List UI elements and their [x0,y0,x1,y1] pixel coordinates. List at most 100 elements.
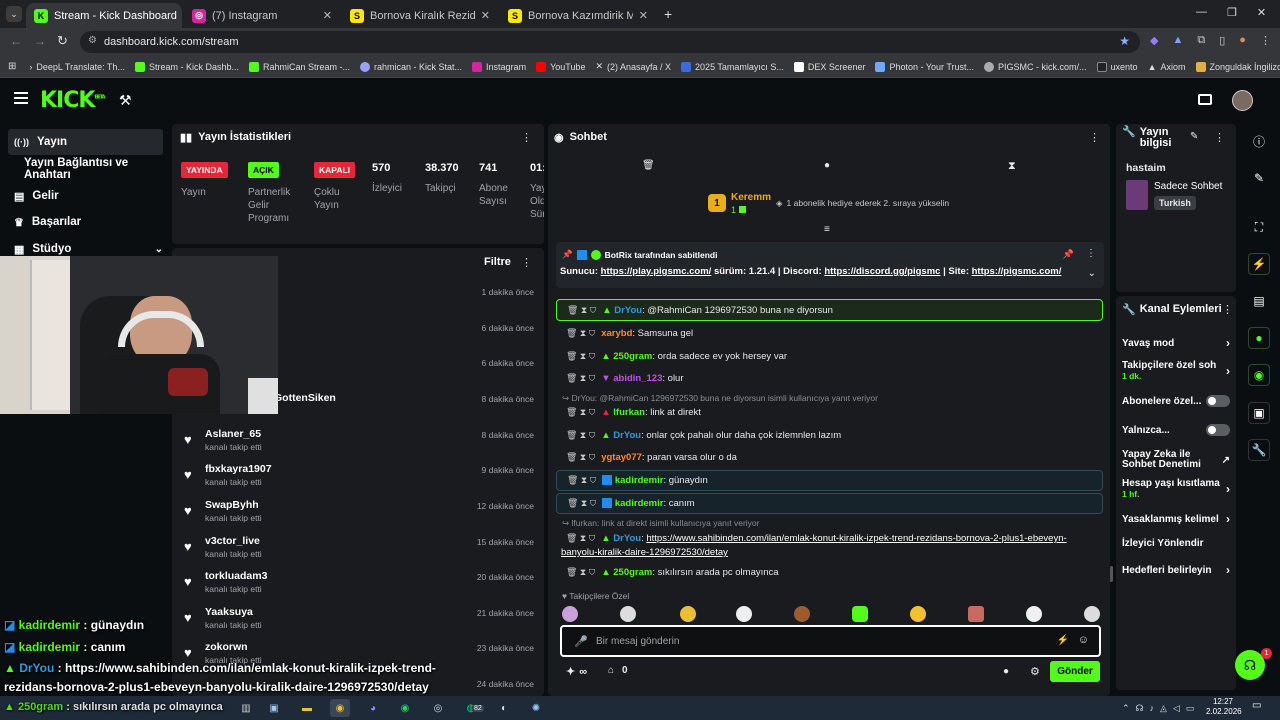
chat-username[interactable]: xarybd [601,328,632,339]
browser-menu-icon[interactable]: ⋮ [1260,34,1271,47]
chat-username[interactable]: abidin_123 [613,373,662,384]
mod-actions-icon[interactable]: 🗑 ⧗ ⛉ [566,567,595,577]
edit-pencil-icon[interactable]: ✎ [1190,131,1198,142]
chat-link[interactable]: https://www.sahibinden.com/ilan/emlak-ko… [646,533,1066,544]
url-field[interactable]: ⚙ dashboard.kick.com/stream ★ [80,31,1140,53]
send-button[interactable]: Gönder [1050,661,1100,682]
tab-search-icon[interactable]: ⌄ [6,6,22,22]
taskview-icon[interactable]: ▥ [236,699,256,717]
emote-icon[interactable] [1026,606,1042,622]
mod-actions-icon[interactable]: 🗑 ⧗ ⛉ [566,351,595,361]
broadcast-rail-icon[interactable]: ◉ [1248,364,1270,386]
chevron-down-icon[interactable]: ⌄ [1088,268,1096,279]
document-icon[interactable]: ▤ [1248,290,1270,312]
bookmark-zonguldak[interactable]: Zonguldak İngilizce... [1191,61,1280,72]
category-thumbnail[interactable] [1126,180,1148,210]
chat-rail-icon[interactable]: ● [1248,327,1270,349]
sidebar-item-stream-key[interactable]: Yayın Bağlantısı ve Anahtarı [8,156,173,182]
chat-message[interactable]: 🗑 ⧗ ⛉ kadirdemir: günaydın [556,470,1103,491]
chat-rules-icon[interactable]: ● [1003,666,1009,677]
tab-kick-dashboard[interactable]: K Stream - Kick Dashboard ✕ [26,3,182,28]
chat-message[interactable]: 🗑 ⧗ ⛉ ▲ DrYou: https://www.sahibinden.com… [556,531,1103,560]
mod-actions-icon[interactable]: 🗑 ⧗ ⛉ [566,430,595,440]
chat-message[interactable]: 🗑 ⧗ ⛉ ▲ DrYou: onlar çok pahalı olur daha… [556,430,1103,441]
emote-icon[interactable] [620,606,636,622]
emote-icon[interactable] [968,606,984,622]
bookmark-instagram[interactable]: Instagram [467,61,531,72]
side-panel-icon[interactable]: ▯ [1219,34,1225,47]
reply-context[interactable]: ↪ DrYou: @RahmiCan 1296972530 buna ne di… [562,393,878,404]
minimize-icon[interactable]: — [1196,6,1207,19]
chat-username[interactable]: ygtay077 [601,452,642,463]
chat-message[interactable]: 🗑 ⧗ ⛉ ▲ 250gram: orda sadece ev yok herse… [556,351,1103,362]
chat-message[interactable]: 🗑 ⧗ ⛉ ▲ 250gram: sıkılırsın arada pc olma… [556,567,1103,578]
mod-actions-icon[interactable]: 🗑 ⧗ ⛉ [567,305,596,315]
bookmark-kick-dashboard[interactable]: Stream - Kick Dashb... [130,61,244,72]
bookmark-youtube[interactable]: YouTube [531,61,590,72]
points-indicator[interactable]: ✦ ∞ [566,665,587,679]
tab-bornova-rezidans[interactable]: S Bornova Kiralık Rezidans Fiyatla ✕ [342,3,498,28]
stream-category[interactable]: Sadece Sohbet [1154,181,1222,192]
chat-username[interactable]: DrYou [613,533,641,544]
chrome-icon[interactable]: ◉ [330,699,350,717]
chat-username[interactable]: DrYou [614,305,642,316]
follower-name[interactable]: SwapByhh [205,499,259,511]
action-banned-words[interactable]: Yasaklanmış kelimel › [1122,512,1230,526]
chat-username[interactable]: lfurkan [613,407,645,418]
chevron-down-icon[interactable]: ⌄ [155,244,163,255]
hammer-tool-icon[interactable]: ⚒ [119,92,132,109]
bookmark-x[interactable]: ✕ (2) Anasayfa / X [590,61,676,72]
obs-icon[interactable]: ◐ [494,699,514,717]
bookmark-tamamlayici[interactable]: 2025 Tamamlayıcı S... [676,61,789,72]
pinned-link-server[interactable]: https://play.pigsmc.com/ [601,266,712,277]
emote-icon[interactable] [736,606,752,622]
mod-actions-icon[interactable]: 🗑 ⧗ ⛉ [566,407,595,417]
restore-icon[interactable]: ❐ [1227,6,1237,19]
extensions-puzzle-icon[interactable]: ⧉ [1197,34,1205,47]
action-followers-only[interactable]: Takipçilere özel soh 1 dk. › [1122,360,1230,386]
follower-name[interactable]: torkluadam3 [205,570,267,582]
action-ai-moderation[interactable]: Yapay Zeka ile Sohbet Denetimi ↗ [1122,449,1230,471]
bookmark-uxento[interactable]: uxento [1092,61,1143,72]
bookmark-photon[interactable]: Photon - Your Trust... [870,61,979,72]
pinned-link-discord[interactable]: https://discord.gg/pigsmc [824,266,940,277]
close-window-icon[interactable]: ✕ [1257,6,1266,19]
mod-actions-icon[interactable]: 🗑 ⧗ ⛉ [566,373,595,383]
forward-icon[interactable]: → [34,34,46,48]
reload-icon[interactable]: ↻ [57,33,68,49]
chat-username[interactable]: kadirdemir [615,498,664,509]
mod-actions-icon[interactable]: 🗑 ⧗ ⛉ [566,533,595,543]
info-icon[interactable]: ⓘ [1248,130,1270,152]
close-tab-icon[interactable]: ✕ [639,9,648,22]
network-icon[interactable]: ◬ [1160,703,1167,714]
bookmark-deepl[interactable]: › DeepL Translate: Th... [24,62,130,72]
stats-more-icon[interactable]: ⋮ [521,131,532,144]
sidebar-item-basarilar[interactable]: ♛ Başarılar [8,209,163,235]
chat-message[interactable]: 🗑 ⧗ ⛉ xarybd: Samsuna gel [556,328,1103,339]
volume-icon[interactable]: ◁ [1173,703,1180,714]
action-subscribers-only[interactable]: Abonelere özel... [1122,395,1230,407]
mod-actions-icon[interactable]: 🗑 ⧗ ⛉ [567,475,596,485]
bookmark-star-icon[interactable]: ★ [1119,34,1130,48]
emote-icon[interactable] [794,606,810,622]
hourglass-icon[interactable]: ⧗ [1008,160,1016,173]
follower-name[interactable]: v3ctor_live [205,535,260,547]
chat-username[interactable]: kadirdemir [615,475,664,486]
edit-icon[interactable]: ✎ [1248,167,1270,189]
chat-more-icon[interactable]: ⋮ [1089,131,1100,144]
profile-avatar-icon[interactable]: ● [1239,34,1246,47]
mod-actions-icon[interactable]: 🗑 ⧗ ⛉ [566,328,595,338]
emote-icon[interactable] [1084,606,1100,622]
chat-link[interactable]: banyolu-kiralik-daire-1296972530/detay [561,547,728,558]
channel-actions-more-icon[interactable]: ⋮ [1222,303,1233,316]
dashboard-layout-icon[interactable] [1198,94,1212,105]
chat-username[interactable]: DrYou [613,430,641,441]
hamburger-menu-icon[interactable] [14,92,28,104]
bookmark-rahmican-stream[interactable]: RahmiCan Stream -... [244,61,355,72]
sidebar-item-gelir[interactable]: ▤ Gelir [8,183,163,209]
unpin-icon[interactable]: 📌 [1063,249,1074,260]
layout-rail-icon[interactable]: ▣ [1248,402,1270,424]
battery-icon[interactable]: ▭ [1186,703,1195,714]
follower-name[interactable]: GottenSiken [274,392,336,404]
chat-message[interactable]: 🗑 ⧗ ⛉ kadirdemir: canım [556,493,1103,514]
